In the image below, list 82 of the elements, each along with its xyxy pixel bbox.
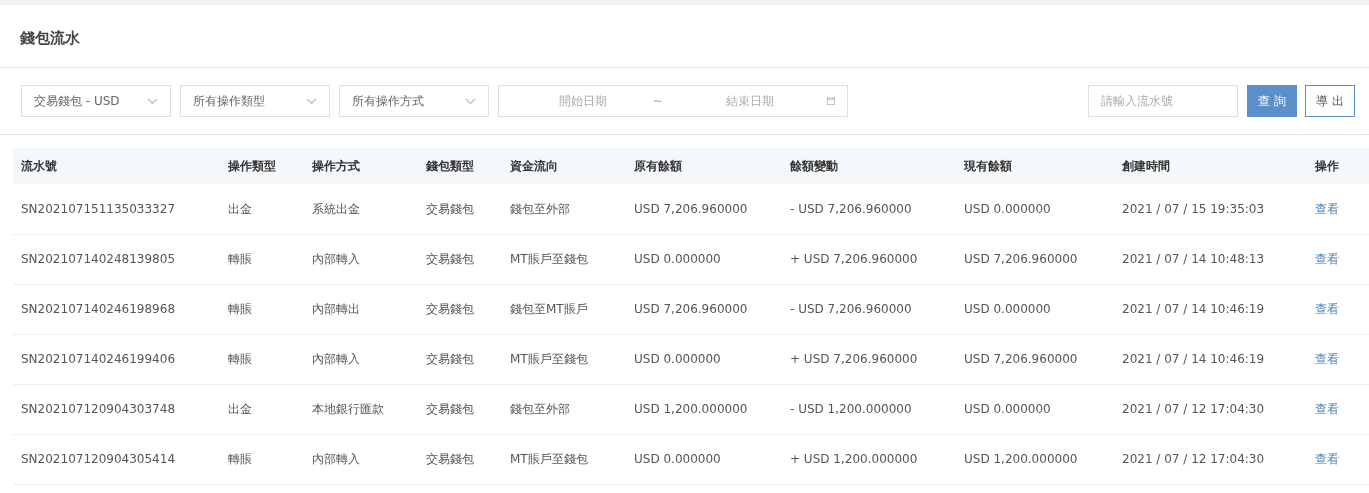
table-cell: 轉賬 [220, 234, 304, 284]
table-cell: 2021 / 07 / 12 17:04:30 [1114, 434, 1307, 484]
table-cell: 出金 [220, 384, 304, 434]
column-header: 資金流向 [502, 148, 626, 184]
table-cell: 錢包至MT賬戶 [502, 284, 626, 334]
column-header: 操作方式 [304, 148, 418, 184]
chevron-down-icon [465, 97, 476, 105]
column-header: 現有餘額 [956, 148, 1114, 184]
table-cell: 交易錢包 [418, 334, 502, 384]
view-link[interactable]: 查看 [1315, 252, 1339, 266]
view-link[interactable]: 查看 [1315, 402, 1339, 416]
table-cell: USD 0.000000 [956, 184, 1114, 234]
table-cell: 交易錢包 [418, 184, 502, 234]
table-cell: USD 0.000000 [626, 234, 782, 284]
table-cell: MT賬戶至錢包 [502, 234, 626, 284]
view-link[interactable]: 查看 [1315, 352, 1339, 366]
table-cell: 出金 [220, 184, 304, 234]
table-cell: 系統出金 [304, 184, 418, 234]
column-header: 餘額變動 [782, 148, 956, 184]
table-cell: 錢包至外部 [502, 184, 626, 234]
table-cell: USD 7,206.960000 [626, 284, 782, 334]
table-cell: 內部轉入 [304, 234, 418, 284]
table-cell: - USD 7,206.960000 [782, 284, 956, 334]
table-cell: 交易錢包 [418, 384, 502, 434]
table-cell: 內部轉出 [304, 284, 418, 334]
table-cell: USD 0.000000 [626, 434, 782, 484]
column-header: 操作類型 [220, 148, 304, 184]
table-cell: 2021 / 07 / 14 10:48:13 [1114, 234, 1307, 284]
column-header: 流水號 [13, 148, 220, 184]
table-cell: SN202107151135033327 [13, 184, 220, 234]
table-cell: 轉賬 [220, 284, 304, 334]
column-header: 錢包類型 [418, 148, 502, 184]
table-cell: USD 0.000000 [626, 334, 782, 384]
view-link[interactable]: 查看 [1315, 302, 1339, 316]
table-cell: USD 7,206.960000 [956, 334, 1114, 384]
table-cell: SN202107140246198968 [13, 284, 220, 334]
column-header: 創建時間 [1114, 148, 1307, 184]
table-cell: SN202107120904305414 [13, 434, 220, 484]
date-range-field[interactable]: 開始日期 ~ 結束日期 [498, 85, 848, 117]
table-cell: USD 0.000000 [956, 384, 1114, 434]
table-cell: MT賬戶至錢包 [502, 434, 626, 484]
table-cell: USD 1,200.000000 [956, 434, 1114, 484]
table-cell: USD 7,206.960000 [626, 184, 782, 234]
table-cell: 內部轉入 [304, 334, 418, 384]
table-cell: 轉賬 [220, 334, 304, 384]
table-cell: USD 0.000000 [956, 284, 1114, 334]
table-cell: 2021 / 07 / 12 17:04:30 [1114, 384, 1307, 434]
column-header: 原有餘額 [626, 148, 782, 184]
table-cell: - USD 1,200.000000 [782, 384, 956, 434]
table-cell: + USD 7,206.960000 [782, 334, 956, 384]
table-cell: 2021 / 07 / 14 10:46:19 [1114, 284, 1307, 334]
table-cell: MT賬戶至錢包 [502, 334, 626, 384]
table-cell: SN202107120904303748 [13, 384, 220, 434]
dropdown-select[interactable]: 交易錢包 - USD [21, 85, 171, 117]
table-cell: + USD 1,200.000000 [782, 434, 956, 484]
table-cell: 轉賬 [220, 434, 304, 484]
table-cell: SN202107140246199406 [13, 334, 220, 384]
table-cell: USD 7,206.960000 [956, 234, 1114, 284]
table-cell: SN202107140248139805 [13, 234, 220, 284]
export-button[interactable]: 導 出 [1305, 85, 1355, 117]
column-header: 操作 [1307, 148, 1369, 184]
search-button[interactable]: 查 詢 [1247, 85, 1298, 117]
calendar-icon [826, 95, 835, 107]
page-title: 錢包流水 [19, 28, 81, 49]
table-cell: - USD 7,206.960000 [782, 184, 956, 234]
search-field[interactable]: 請輸入流水號 [1088, 85, 1239, 117]
table-cell: USD 1,200.000000 [626, 384, 782, 434]
dropdown-select[interactable]: 所有操作類型 [180, 85, 330, 117]
view-link[interactable]: 查看 [1315, 201, 1339, 216]
table-cell: 內部轉入 [304, 434, 418, 484]
table-cell: 交易錢包 [418, 234, 502, 284]
table-cell: + USD 7,206.960000 [782, 234, 956, 284]
table-cell: 交易錢包 [418, 284, 502, 334]
chevron-down-icon [147, 97, 158, 105]
table-cell: 交易錢包 [418, 434, 502, 484]
dropdown-select[interactable]: 所有操作方式 [339, 85, 489, 117]
table-cell: 2021 / 07 / 14 10:46:19 [1114, 334, 1307, 384]
table-cell: 錢包至外部 [502, 384, 626, 434]
table-cell: 本地銀行匯款 [304, 384, 418, 434]
chevron-down-icon [306, 97, 317, 105]
table-cell: 2021 / 07 / 15 19:35:03 [1114, 184, 1307, 234]
view-link[interactable]: 查看 [1315, 452, 1339, 466]
